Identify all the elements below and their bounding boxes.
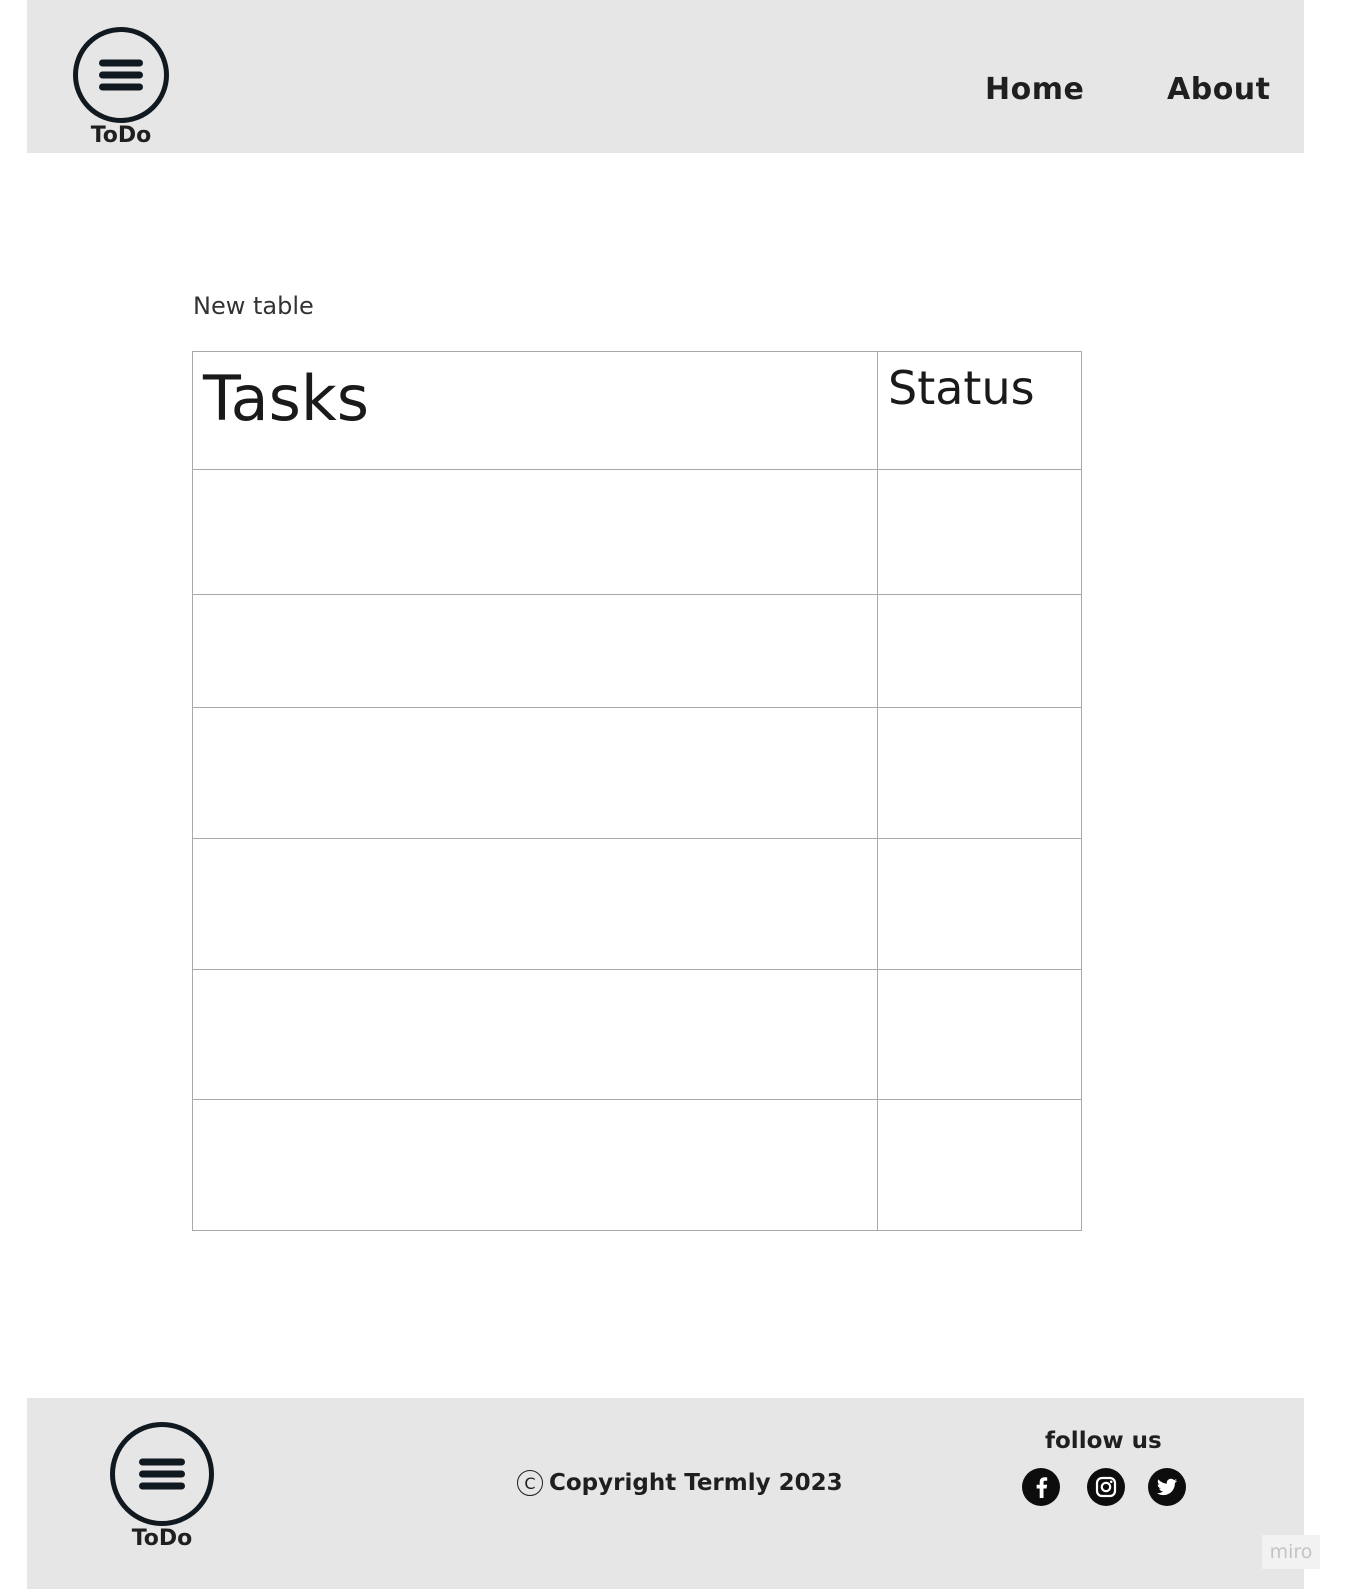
- menu-circle-icon: [110, 1422, 214, 1526]
- twitter-icon[interactable]: [1148, 1468, 1186, 1506]
- status-column-header: Status: [877, 351, 1082, 470]
- site-footer: ToDo C Copyright Termly 2023 follow us: [27, 1398, 1304, 1589]
- follow-us-label: follow us: [1045, 1428, 1162, 1454]
- tasks-table: Tasks Status: [192, 351, 1082, 1231]
- task-cell[interactable]: [192, 594, 878, 708]
- status-cell[interactable]: [877, 1099, 1082, 1231]
- menu-circle-icon: [73, 27, 169, 123]
- miro-watermark: miro: [1262, 1535, 1320, 1569]
- status-cell[interactable]: [877, 707, 1082, 839]
- tasks-column-header: Tasks: [192, 351, 878, 470]
- task-cell[interactable]: [192, 707, 878, 839]
- status-cell[interactable]: [877, 594, 1082, 708]
- task-cell[interactable]: [192, 469, 878, 595]
- logo-text: ToDo: [90, 123, 152, 148]
- nav-home-link[interactable]: Home: [985, 72, 1084, 107]
- table-row: [192, 469, 1082, 595]
- status-cell[interactable]: [877, 469, 1082, 595]
- logo-text: ToDo: [131, 1526, 193, 1551]
- facebook-icon[interactable]: [1022, 1468, 1060, 1506]
- site-header: ToDo Home About: [27, 0, 1304, 153]
- status-cell[interactable]: [877, 969, 1082, 1100]
- table-caption: New table: [193, 292, 314, 320]
- table-row: [192, 969, 1082, 1100]
- copyright-icon: C: [517, 1470, 543, 1496]
- table-row: [192, 594, 1082, 708]
- table-row: [192, 1099, 1082, 1231]
- task-cell[interactable]: [192, 838, 878, 970]
- table-row: [192, 838, 1082, 970]
- task-cell[interactable]: [192, 969, 878, 1100]
- copyright-text: Copyright Termly 2023: [549, 1470, 843, 1496]
- table-row: [192, 707, 1082, 839]
- copyright-notice: C Copyright Termly 2023: [517, 1470, 843, 1496]
- task-cell[interactable]: [192, 1099, 878, 1231]
- instagram-icon[interactable]: [1087, 1468, 1125, 1506]
- table-header-row: Tasks Status: [192, 351, 1082, 470]
- header-logo[interactable]: ToDo: [71, 27, 171, 148]
- nav-about-link[interactable]: About: [1167, 72, 1271, 107]
- status-cell[interactable]: [877, 838, 1082, 970]
- footer-logo[interactable]: ToDo: [110, 1422, 214, 1551]
